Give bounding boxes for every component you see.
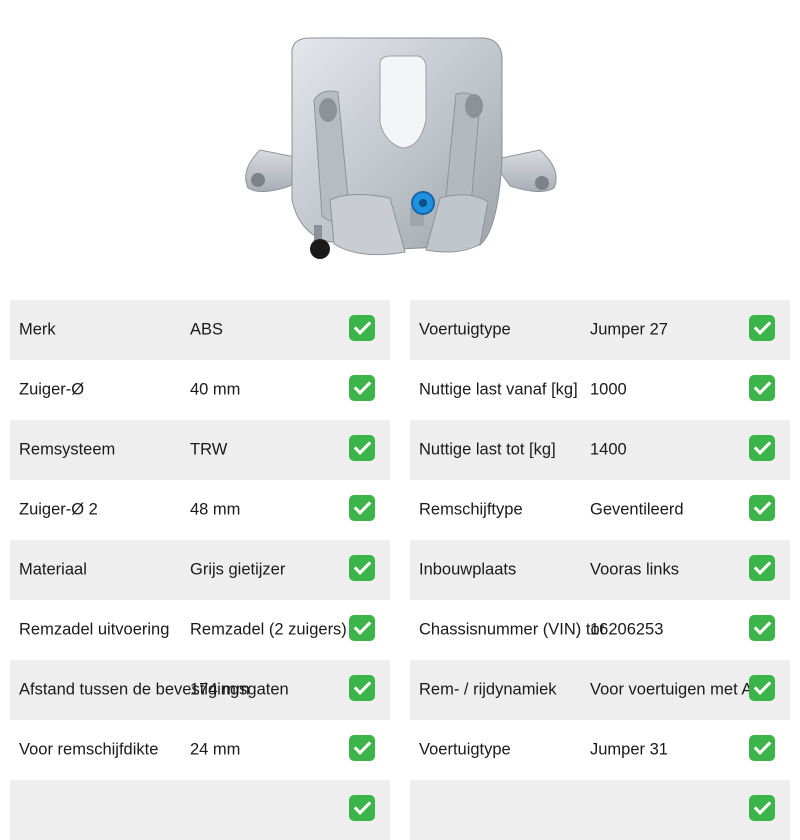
spec-row [410, 780, 790, 840]
spec-value: ABS [190, 320, 224, 339]
spec-row: Afstand tussen de bevestigingsgaten 174 … [10, 660, 390, 720]
spec-label: Nuttige last tot [kg] [419, 440, 556, 459]
spec-label: Remzadel uitvoering [19, 620, 170, 639]
spec-value: Vooras links [590, 560, 679, 579]
spec-label: Materiaal [19, 560, 87, 579]
spec-row: Voertuigtype Jumper 27 [410, 300, 790, 360]
spec-label: Zuiger-Ø 2 [19, 500, 98, 519]
spec-row [10, 780, 390, 840]
spec-row: Voor remschijfdikte 24 mm [10, 720, 390, 780]
spec-label: Remsysteem [19, 440, 116, 459]
spec-table-left: Merk ABS Zuiger-Ø 40 mm Remsysteem TRW Z… [10, 300, 390, 840]
check-icon [349, 795, 375, 821]
check-icon [349, 315, 375, 341]
spec-label: Nuttige last vanaf [kg] [419, 380, 578, 399]
check-icon [749, 615, 775, 641]
spec-row: Remschijftype Geventileerd [410, 480, 790, 540]
check-icon [349, 615, 375, 641]
spec-label: Inbouwplaats [419, 560, 517, 579]
check-icon [349, 675, 375, 701]
check-icon [749, 735, 775, 761]
spec-label: Voertuigtype [419, 740, 511, 759]
spec-value: Voor voertuigen met ABS [590, 680, 775, 699]
spec-row: Chassisnummer (VIN) tot 16206253 [410, 600, 790, 660]
spec-row: Inbouwplaats Vooras links [410, 540, 790, 600]
check-icon [749, 375, 775, 401]
spec-label: Zuiger-Ø [19, 380, 85, 399]
check-icon [749, 675, 775, 701]
spec-value: 24 mm [190, 740, 241, 759]
spec-value: TRW [190, 440, 228, 459]
spec-row: Nuttige last tot [kg] 1400 [410, 420, 790, 480]
spec-row: Merk ABS [10, 300, 390, 360]
spec-label: Chassisnummer (VIN) tot [419, 620, 605, 639]
product-image [230, 30, 570, 270]
check-icon [749, 435, 775, 461]
spec-table-right: Voertuigtype Jumper 27 Nuttige last vana… [410, 300, 790, 840]
check-icon [749, 495, 775, 521]
spec-row: Nuttige last vanaf [kg] 1000 [410, 360, 790, 420]
spec-value: Jumper 27 [590, 320, 668, 339]
spec-value: 16206253 [590, 620, 664, 639]
spec-row: Remsysteem TRW [10, 420, 390, 480]
spec-label: Merk [19, 320, 56, 339]
spec-value: Jumper 31 [590, 740, 668, 759]
check-icon [349, 495, 375, 521]
spec-row: Voertuigtype Jumper 31 [410, 720, 790, 780]
check-icon [349, 555, 375, 581]
check-icon [749, 795, 775, 821]
spec-value: Geventileerd [590, 500, 684, 519]
spec-label: Rem- / rijdynamiek [419, 680, 557, 699]
spec-label: Voertuigtype [419, 320, 511, 339]
spec-value: 1400 [590, 440, 627, 459]
check-icon [349, 735, 375, 761]
spec-label: Remschijftype [419, 500, 523, 519]
spec-row: Remzadel uitvoering Remzadel (2 zuigers) [10, 600, 390, 660]
spec-value: Remzadel (2 zuigers) [190, 620, 347, 639]
spec-value: 40 mm [190, 380, 241, 399]
spec-value: 1000 [590, 380, 627, 399]
spec-row: Zuiger-Ø 40 mm [10, 360, 390, 420]
check-icon [749, 315, 775, 341]
spec-row: Materiaal Grijs gietijzer [10, 540, 390, 600]
spec-label: Voor remschijfdikte [19, 740, 159, 759]
spec-value: 48 mm [190, 500, 241, 519]
spec-value: 174 mm [190, 680, 250, 699]
check-icon [749, 555, 775, 581]
check-icon [349, 375, 375, 401]
spec-row: Rem- / rijdynamiek Voor voertuigen met A… [410, 660, 790, 720]
spec-value: Grijs gietijzer [190, 560, 286, 579]
spec-row: Zuiger-Ø 2 48 mm [10, 480, 390, 540]
check-icon [349, 435, 375, 461]
